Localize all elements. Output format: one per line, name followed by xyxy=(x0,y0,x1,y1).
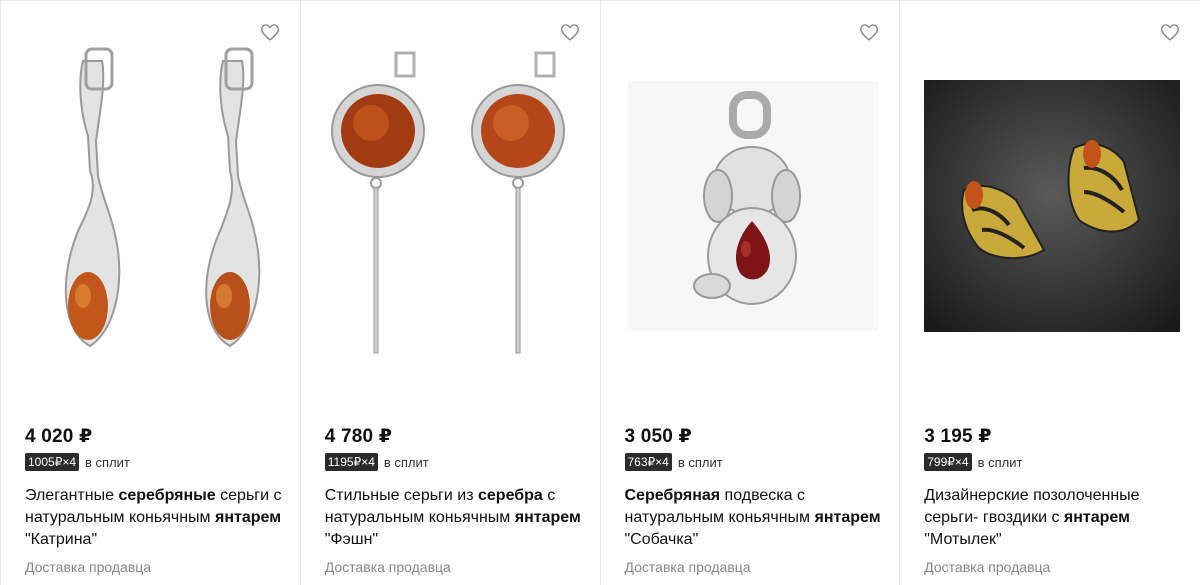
delivery-info: Доставка продавца xyxy=(324,559,451,575)
earrings-image xyxy=(64,47,261,348)
product-title[interactable]: Стильные серьги из серебра с натуральным… xyxy=(325,485,587,551)
product-title[interactable]: Серебряная подвеска с натуральным коньяч… xyxy=(625,485,887,551)
favorite-button[interactable] xyxy=(559,21,581,43)
favorite-button[interactable] xyxy=(259,21,281,43)
earrings-image xyxy=(330,51,565,354)
heart-outline-icon xyxy=(560,24,579,41)
delivery-info: Доставка продавца xyxy=(624,559,751,575)
product-price: 4 020 ₽ xyxy=(25,426,93,447)
product-price: 4 780 ₽ xyxy=(324,426,393,447)
split-badge: 763₽×4 xyxy=(624,453,672,471)
delivery-info: Доставка продавца xyxy=(25,559,152,575)
product-price: 3 050 ₽ xyxy=(624,426,692,447)
product-image[interactable] xyxy=(625,41,881,371)
heart-outline-icon xyxy=(860,24,879,41)
product-image[interactable] xyxy=(25,41,281,371)
product-card[interactable]: 3 050 ₽ 763₽×4 в сплит Серебряная подвес… xyxy=(600,0,901,585)
split-label: в сплит xyxy=(677,454,723,470)
product-card[interactable]: 3 195 ₽ 799₽×4 в сплит Дизайнерские позо… xyxy=(900,0,1200,585)
product-title[interactable]: Дизайнерские позолоченные серьги- гвозди… xyxy=(924,485,1186,551)
split-badge: 1005₽×4 xyxy=(25,453,80,471)
split-badge: 1195₽×4 xyxy=(324,453,378,471)
delivery-info: Доставка продавца xyxy=(924,559,1051,575)
product-card[interactable]: 4 780 ₽ 1195₽×4 в сплит Стильные серьги … xyxy=(300,0,601,585)
pendant-image xyxy=(627,81,878,331)
split-label: в сплит xyxy=(977,454,1023,470)
heart-outline-icon xyxy=(1161,24,1179,41)
favorite-button[interactable] xyxy=(1159,21,1181,43)
product-image[interactable] xyxy=(924,41,1181,371)
split-label: в сплит xyxy=(85,454,130,470)
product-card[interactable]: 4 020 ₽ 1005₽×4 в сплит Элегантные сереб… xyxy=(0,0,301,585)
split-payment: 763₽×4 в сплит xyxy=(624,453,723,471)
split-payment: 1195₽×4 в сплит xyxy=(324,453,429,471)
product-title[interactable]: Элегантные серебряные серьги с натуральн… xyxy=(25,485,287,551)
split-badge: 799₽×4 xyxy=(924,453,972,471)
split-payment: 799₽×4 в сплит xyxy=(924,453,1022,471)
heart-outline-icon xyxy=(260,24,279,41)
product-image[interactable] xyxy=(325,41,581,371)
split-payment: 1005₽×4 в сплит xyxy=(25,453,130,471)
moth-earrings-image xyxy=(924,80,1181,332)
favorite-button[interactable] xyxy=(858,21,880,43)
product-grid: 4 020 ₽ 1005₽×4 в сплит Элегантные сереб… xyxy=(0,0,1200,585)
product-price: 3 195 ₽ xyxy=(924,426,992,447)
split-label: в сплит xyxy=(383,454,429,470)
